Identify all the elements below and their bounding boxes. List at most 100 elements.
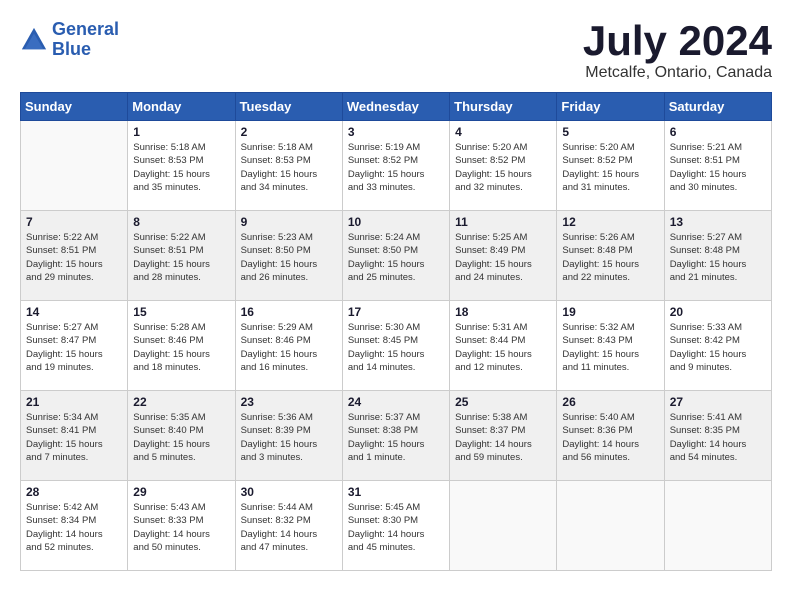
day-cell: 30 Sunrise: 5:44 AMSunset: 8:32 PMDayligh… xyxy=(235,481,342,571)
title-area: July 2024 Metcalfe, Ontario, Canada xyxy=(583,20,772,82)
day-cell: 2Sunrise: 5:18 AMSunset: 8:53 PMDaylight… xyxy=(235,121,342,211)
day-cell: 21 Sunrise: 5:34 AMSunset: 8:41 PMDayligh… xyxy=(21,391,128,481)
day-cell: 11 Sunrise: 5:25 AMSunset: 8:49 PMDayligh… xyxy=(450,211,557,301)
day-cell: 20 Sunrise: 5:33 AMSunset: 8:42 PMDayligh… xyxy=(664,301,771,391)
day-info: Sunrise: 5:21 AMSunset: 8:51 PMDaylight:… xyxy=(670,141,766,194)
day-cell: 18 Sunrise: 5:31 AMSunset: 8:44 PMDayligh… xyxy=(450,301,557,391)
day-number: 12 xyxy=(562,215,658,229)
day-header-saturday: Saturday xyxy=(664,93,771,121)
day-number: 26 xyxy=(562,395,658,409)
day-number: 20 xyxy=(670,305,766,319)
day-number: 4 xyxy=(455,125,551,139)
day-number: 11 xyxy=(455,215,551,229)
day-cell xyxy=(21,121,128,211)
day-number: 9 xyxy=(241,215,337,229)
day-info: Sunrise: 5:37 AMSunset: 8:38 PMDaylight:… xyxy=(348,411,444,464)
day-info: Sunrise: 5:32 AMSunset: 8:43 PMDaylight:… xyxy=(562,321,658,374)
day-info: Sunrise: 5:36 AMSunset: 8:39 PMDaylight:… xyxy=(241,411,337,464)
day-cell: 27Sunrise: 5:41 AMSunset: 8:35 PMDayligh… xyxy=(664,391,771,481)
day-info: Sunrise: 5:45 AMSunset: 8:30 PMDaylight:… xyxy=(348,501,444,554)
day-cell: 29 Sunrise: 5:43 AMSunset: 8:33 PMDayligh… xyxy=(128,481,235,571)
day-header-wednesday: Wednesday xyxy=(342,93,449,121)
day-cell: 28 Sunrise: 5:42 AMSunset: 8:34 PMDayligh… xyxy=(21,481,128,571)
week-row-3: 14Sunrise: 5:27 AMSunset: 8:47 PMDayligh… xyxy=(21,301,772,391)
day-cell: 3 Sunrise: 5:19 AMSunset: 8:52 PMDaylight… xyxy=(342,121,449,211)
day-info: Sunrise: 5:43 AMSunset: 8:33 PMDaylight:… xyxy=(133,501,229,554)
day-number: 24 xyxy=(348,395,444,409)
day-info: Sunrise: 5:31 AMSunset: 8:44 PMDaylight:… xyxy=(455,321,551,374)
day-number: 7 xyxy=(26,215,122,229)
day-info: Sunrise: 5:23 AMSunset: 8:50 PMDaylight:… xyxy=(241,231,337,284)
day-cell xyxy=(664,481,771,571)
day-info: Sunrise: 5:27 AMSunset: 8:47 PMDaylight:… xyxy=(26,321,122,374)
logo: General Blue xyxy=(20,20,119,60)
day-number: 17 xyxy=(348,305,444,319)
day-info: Sunrise: 5:33 AMSunset: 8:42 PMDaylight:… xyxy=(670,321,766,374)
page-header: General Blue July 2024 Metcalfe, Ontario… xyxy=(20,20,772,82)
day-cell: 1Sunrise: 5:18 AMSunset: 8:53 PMDaylight… xyxy=(128,121,235,211)
logo-icon xyxy=(20,26,48,54)
day-info: Sunrise: 5:38 AMSunset: 8:37 PMDaylight:… xyxy=(455,411,551,464)
month-title: July 2024 xyxy=(583,20,772,62)
day-cell: 14Sunrise: 5:27 AMSunset: 8:47 PMDayligh… xyxy=(21,301,128,391)
day-info: Sunrise: 5:19 AMSunset: 8:52 PMDaylight:… xyxy=(348,141,444,194)
day-cell: 13Sunrise: 5:27 AMSunset: 8:48 PMDayligh… xyxy=(664,211,771,301)
day-cell xyxy=(557,481,664,571)
day-cell: 15 Sunrise: 5:28 AMSunset: 8:46 PMDayligh… xyxy=(128,301,235,391)
day-cell: 10Sunrise: 5:24 AMSunset: 8:50 PMDayligh… xyxy=(342,211,449,301)
day-cell: 22Sunrise: 5:35 AMSunset: 8:40 PMDayligh… xyxy=(128,391,235,481)
day-cell: 4 Sunrise: 5:20 AMSunset: 8:52 PMDaylight… xyxy=(450,121,557,211)
day-info: Sunrise: 5:42 AMSunset: 8:34 PMDaylight:… xyxy=(26,501,122,554)
day-number: 3 xyxy=(348,125,444,139)
day-number: 29 xyxy=(133,485,229,499)
day-cell: 17Sunrise: 5:30 AMSunset: 8:45 PMDayligh… xyxy=(342,301,449,391)
day-info: Sunrise: 5:25 AMSunset: 8:49 PMDaylight:… xyxy=(455,231,551,284)
week-row-5: 28 Sunrise: 5:42 AMSunset: 8:34 PMDayligh… xyxy=(21,481,772,571)
day-cell: 5 Sunrise: 5:20 AMSunset: 8:52 PMDaylight… xyxy=(557,121,664,211)
day-number: 31 xyxy=(348,485,444,499)
day-cell: 24 Sunrise: 5:37 AMSunset: 8:38 PMDayligh… xyxy=(342,391,449,481)
day-cell: 23 Sunrise: 5:36 AMSunset: 8:39 PMDayligh… xyxy=(235,391,342,481)
day-info: Sunrise: 5:20 AMSunset: 8:52 PMDaylight:… xyxy=(562,141,658,194)
day-header-sunday: Sunday xyxy=(21,93,128,121)
day-header-thursday: Thursday xyxy=(450,93,557,121)
day-number: 27 xyxy=(670,395,766,409)
day-info: Sunrise: 5:40 AMSunset: 8:36 PMDaylight:… xyxy=(562,411,658,464)
logo-text: General Blue xyxy=(52,20,119,60)
day-info: Sunrise: 5:35 AMSunset: 8:40 PMDaylight:… xyxy=(133,411,229,464)
day-cell xyxy=(450,481,557,571)
calendar: SundayMondayTuesdayWednesdayThursdayFrid… xyxy=(20,92,772,571)
day-number: 15 xyxy=(133,305,229,319)
day-number: 23 xyxy=(241,395,337,409)
day-cell: 19 Sunrise: 5:32 AMSunset: 8:43 PMDayligh… xyxy=(557,301,664,391)
day-number: 30 xyxy=(241,485,337,499)
day-info: Sunrise: 5:24 AMSunset: 8:50 PMDaylight:… xyxy=(348,231,444,284)
day-number: 8 xyxy=(133,215,229,229)
day-number: 13 xyxy=(670,215,766,229)
day-info: Sunrise: 5:22 AMSunset: 8:51 PMDaylight:… xyxy=(133,231,229,284)
day-info: Sunrise: 5:20 AMSunset: 8:52 PMDaylight:… xyxy=(455,141,551,194)
day-cell: 26 Sunrise: 5:40 AMSunset: 8:36 PMDayligh… xyxy=(557,391,664,481)
day-number: 5 xyxy=(562,125,658,139)
day-info: Sunrise: 5:22 AMSunset: 8:51 PMDaylight:… xyxy=(26,231,122,284)
day-info: Sunrise: 5:18 AMSunset: 8:53 PMDaylight:… xyxy=(133,141,229,194)
day-info: Sunrise: 5:44 AMSunset: 8:32 PMDaylight:… xyxy=(241,501,337,554)
day-number: 21 xyxy=(26,395,122,409)
day-cell: 16Sunrise: 5:29 AMSunset: 8:46 PMDayligh… xyxy=(235,301,342,391)
day-info: Sunrise: 5:18 AMSunset: 8:53 PMDaylight:… xyxy=(241,141,337,194)
day-number: 19 xyxy=(562,305,658,319)
day-info: Sunrise: 5:29 AMSunset: 8:46 PMDaylight:… xyxy=(241,321,337,374)
day-cell: 9 Sunrise: 5:23 AMSunset: 8:50 PMDaylight… xyxy=(235,211,342,301)
day-number: 28 xyxy=(26,485,122,499)
day-info: Sunrise: 5:28 AMSunset: 8:46 PMDaylight:… xyxy=(133,321,229,374)
day-header-tuesday: Tuesday xyxy=(235,93,342,121)
day-cell: 8 Sunrise: 5:22 AMSunset: 8:51 PMDaylight… xyxy=(128,211,235,301)
day-number: 25 xyxy=(455,395,551,409)
day-info: Sunrise: 5:34 AMSunset: 8:41 PMDaylight:… xyxy=(26,411,122,464)
calendar-header-row: SundayMondayTuesdayWednesdayThursdayFrid… xyxy=(21,93,772,121)
day-header-friday: Friday xyxy=(557,93,664,121)
week-row-4: 21 Sunrise: 5:34 AMSunset: 8:41 PMDayligh… xyxy=(21,391,772,481)
day-header-monday: Monday xyxy=(128,93,235,121)
day-number: 18 xyxy=(455,305,551,319)
week-row-1: 1Sunrise: 5:18 AMSunset: 8:53 PMDaylight… xyxy=(21,121,772,211)
